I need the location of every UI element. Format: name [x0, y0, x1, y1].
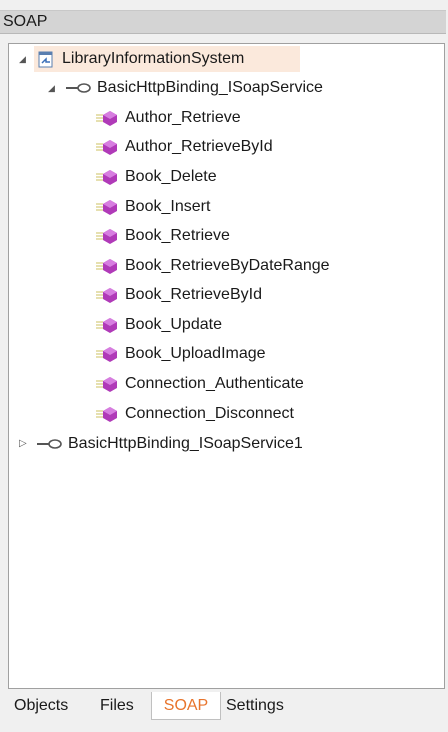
expanded-arrow-icon[interactable]: ◢ — [19, 46, 26, 72]
expanded-arrow-icon[interactable]: ◢ — [48, 75, 55, 101]
tree-node-label: Connection_Authenticate — [125, 375, 304, 392]
tab-label: Files — [100, 697, 134, 714]
tree-node-binding[interactable]: ◢ BasicHttpBinding_ISoapService — [0, 75, 420, 101]
tree-node-label: Book_RetrieveByDateRange — [125, 257, 330, 274]
tree-node-label: Book_RetrieveById — [125, 286, 262, 303]
tab-label: SOAP — [163, 697, 209, 714]
operation-method-icon — [96, 111, 117, 126]
tree-node-operation[interactable]: Author_RetrieveById — [0, 134, 420, 160]
tree-node-label: Connection_Disconnect — [125, 405, 294, 422]
tree-node-operation[interactable]: Book_UploadImage — [0, 341, 420, 367]
tree-node-operation[interactable]: Book_Retrieve — [0, 223, 420, 249]
tab-soap[interactable]: SOAP — [151, 692, 221, 720]
collapsed-arrow-icon[interactable]: ▷ — [19, 431, 27, 457]
soap-panel: SOAP ◢ LibraryInformationSystem ◢ BasicH… — [0, 0, 448, 732]
operation-method-icon — [96, 259, 117, 274]
tree-node-label: Book_Insert — [125, 198, 211, 215]
tree-node-label: Book_Delete — [125, 168, 217, 185]
operation-method-icon — [96, 318, 117, 333]
tree-node-binding[interactable]: ▷ BasicHttpBinding_ISoapService1 — [0, 431, 420, 457]
tree-node-root[interactable]: ◢ LibraryInformationSystem — [0, 46, 300, 72]
tree-node-operation[interactable]: Book_RetrieveById — [0, 282, 420, 308]
tree-node-label: Book_Update — [125, 316, 222, 333]
operation-method-icon — [96, 229, 117, 244]
operation-method-icon — [96, 170, 117, 185]
binding-endpoint-icon — [66, 83, 91, 93]
tree-node-label: LibraryInformationSystem — [62, 50, 245, 67]
tree-node-operation[interactable]: Book_RetrieveByDateRange — [0, 253, 420, 279]
binding-endpoint-icon — [37, 439, 62, 449]
tab-objects[interactable]: Objects — [8, 692, 96, 720]
tab-files[interactable]: Files — [96, 692, 152, 720]
tree-node-label: BasicHttpBinding_ISoapService — [97, 79, 323, 96]
panel-title: SOAP — [3, 13, 48, 30]
operation-method-icon — [96, 140, 117, 155]
tree-node-operation[interactable]: Connection_Disconnect — [0, 401, 420, 427]
tree-node-label: BasicHttpBinding_ISoapService1 — [68, 435, 303, 452]
panel-tab-bar: Objects Files SOAP Settings — [8, 692, 308, 722]
service-reference-icon — [38, 51, 53, 68]
tree-node-operation[interactable]: Author_Retrieve — [0, 105, 420, 131]
tree-node-label: Book_UploadImage — [125, 345, 266, 362]
operation-method-icon — [96, 288, 117, 303]
tab-settings[interactable]: Settings — [222, 692, 302, 720]
tree-node-label: Author_RetrieveById — [125, 138, 273, 155]
tree-node-operation[interactable]: Book_Update — [0, 312, 420, 338]
tree-node-label: Author_Retrieve — [125, 109, 241, 126]
tab-label: Settings — [226, 697, 284, 714]
operation-method-icon — [96, 347, 117, 362]
tree-node-operation[interactable]: Book_Insert — [0, 194, 420, 220]
panel-title-bar: SOAP — [0, 10, 446, 34]
operation-method-icon — [96, 200, 117, 215]
tree-node-operation[interactable]: Book_Delete — [0, 164, 420, 190]
operation-method-icon — [96, 377, 117, 392]
operation-method-icon — [96, 407, 117, 422]
tab-label: Objects — [14, 697, 69, 714]
tree-node-label: Book_Retrieve — [125, 227, 230, 244]
tree-node-operation[interactable]: Connection_Authenticate — [0, 371, 420, 397]
